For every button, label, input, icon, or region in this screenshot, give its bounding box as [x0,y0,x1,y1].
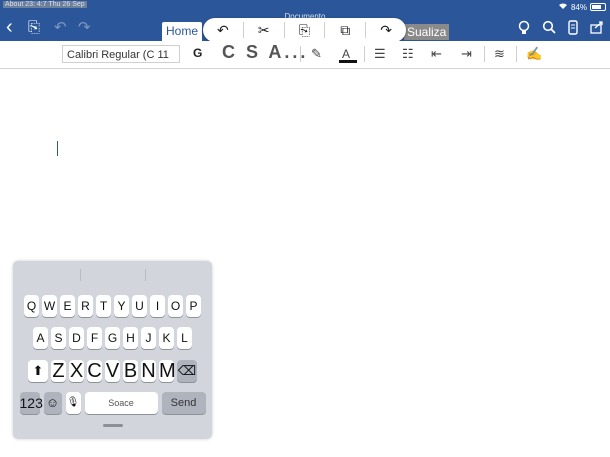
key-r[interactable]: R [78,295,93,317]
key-k[interactable]: K [159,327,174,349]
keyboard-drag-handle[interactable] [103,424,123,427]
menu-undo-icon[interactable]: ↶ [203,22,243,38]
key-f[interactable]: F [87,327,102,349]
search-icon[interactable] [542,20,556,38]
battery-icon [590,3,606,11]
menu-copy-icon[interactable]: ⎘ [283,22,325,38]
key-w[interactable]: W [42,295,57,317]
format-options-button[interactable]: C S A... [222,42,308,63]
undo-icon[interactable]: ↶ [54,20,67,36]
font-name-field[interactable]: Calibri Regular (C 11 [62,45,180,63]
menu-redo-icon[interactable]: ↷ [365,22,406,38]
key-l[interactable]: L [177,327,192,349]
key-d[interactable]: D [69,327,84,349]
key-q[interactable]: Q [24,295,39,317]
key-x[interactable]: X [69,360,84,382]
menu-paste-icon[interactable]: ⧉ [324,22,365,38]
key-g[interactable]: G [105,327,120,349]
redo-icon[interactable]: ↷ [78,20,91,36]
pen-icon[interactable]: ✍ [526,46,542,62]
keyboard-row-3: ⬆ Z X C V B N M ⌫ [13,360,212,382]
ribbon-divider [516,46,517,62]
highlighter-icon[interactable]: ✎ [311,46,322,62]
numbering-icon[interactable]: ☷ [402,46,414,62]
key-m[interactable]: M [159,360,176,382]
share-icon[interactable] [590,20,604,38]
key-e[interactable]: E [60,295,75,317]
status-right: 84% [558,2,606,12]
menu-cut-icon[interactable]: ✂ [242,22,284,38]
space-key[interactable]: Soace [84,392,158,414]
key-j[interactable]: J [141,327,156,349]
keyboard-row-2: A S D F G H J K L [13,327,212,349]
edit-context-menu: ↶ ✂ ⎘ ⧉ ↷ [203,18,406,42]
mic-key[interactable]: 🎙 [65,392,81,414]
key-v[interactable]: V [105,360,120,382]
key-t[interactable]: T [96,295,111,317]
bullets-icon[interactable]: ☰ [374,46,386,62]
increase-indent-icon[interactable]: ⇥ [461,46,472,62]
prediction-divider [145,269,146,281]
battery-percent: 84% [570,2,587,12]
send-key[interactable]: Send [161,392,206,414]
tab-visualizza[interactable]: Sualiza [404,24,450,40]
key-c[interactable]: C [87,360,102,382]
phone-icon[interactable] [568,20,578,39]
numbers-key[interactable]: 123 [19,392,43,414]
floating-keyboard: Q W E R T Y U I O P A S D F G H J K L ⬆ … [13,261,212,439]
shift-key[interactable]: ⬆ [28,360,48,382]
ribbon-divider [484,46,485,62]
key-i[interactable]: I [150,295,165,317]
key-y[interactable]: Y [114,295,129,317]
decrease-indent-icon[interactable]: ⇤ [431,46,442,62]
back-icon[interactable]: ‹ [6,17,13,37]
wifi-icon [558,2,568,12]
ribbon-divider [300,46,301,62]
keyboard-row-4: 123 ☺ 🎙 Soace Send [13,392,212,414]
key-u[interactable]: U [132,295,147,317]
key-n[interactable]: N [141,360,156,382]
font-color-swatch [339,60,357,63]
keyboard-row-1: Q W E R T Y U I O P [13,295,212,317]
key-s[interactable]: S [51,327,66,349]
file-icon[interactable]: ⎘ [28,20,40,36]
ribbon-toolbar: Calibri Regular (C 11 G C S A... ✎ A ☰ ☷… [0,41,610,69]
text-cursor [57,141,58,156]
emoji-key[interactable]: ☺ [43,392,62,414]
tab-home[interactable]: Home [162,22,203,41]
ribbon-divider [364,46,365,62]
styles-icon[interactable]: ≋ [494,46,505,62]
bold-button[interactable]: G [193,46,202,60]
key-z[interactable]: Z [51,360,66,382]
key-o[interactable]: O [168,295,183,317]
key-a[interactable]: A [33,327,48,349]
key-b[interactable]: B [123,360,138,382]
status-time: About 23: 4:7 Thu 26 Sep [3,1,87,8]
key-p[interactable]: P [186,295,201,317]
delete-key[interactable]: ⌫ [177,360,197,382]
prediction-divider [80,269,81,281]
key-h[interactable]: H [123,327,138,349]
lightbulb-icon[interactable] [518,20,530,40]
